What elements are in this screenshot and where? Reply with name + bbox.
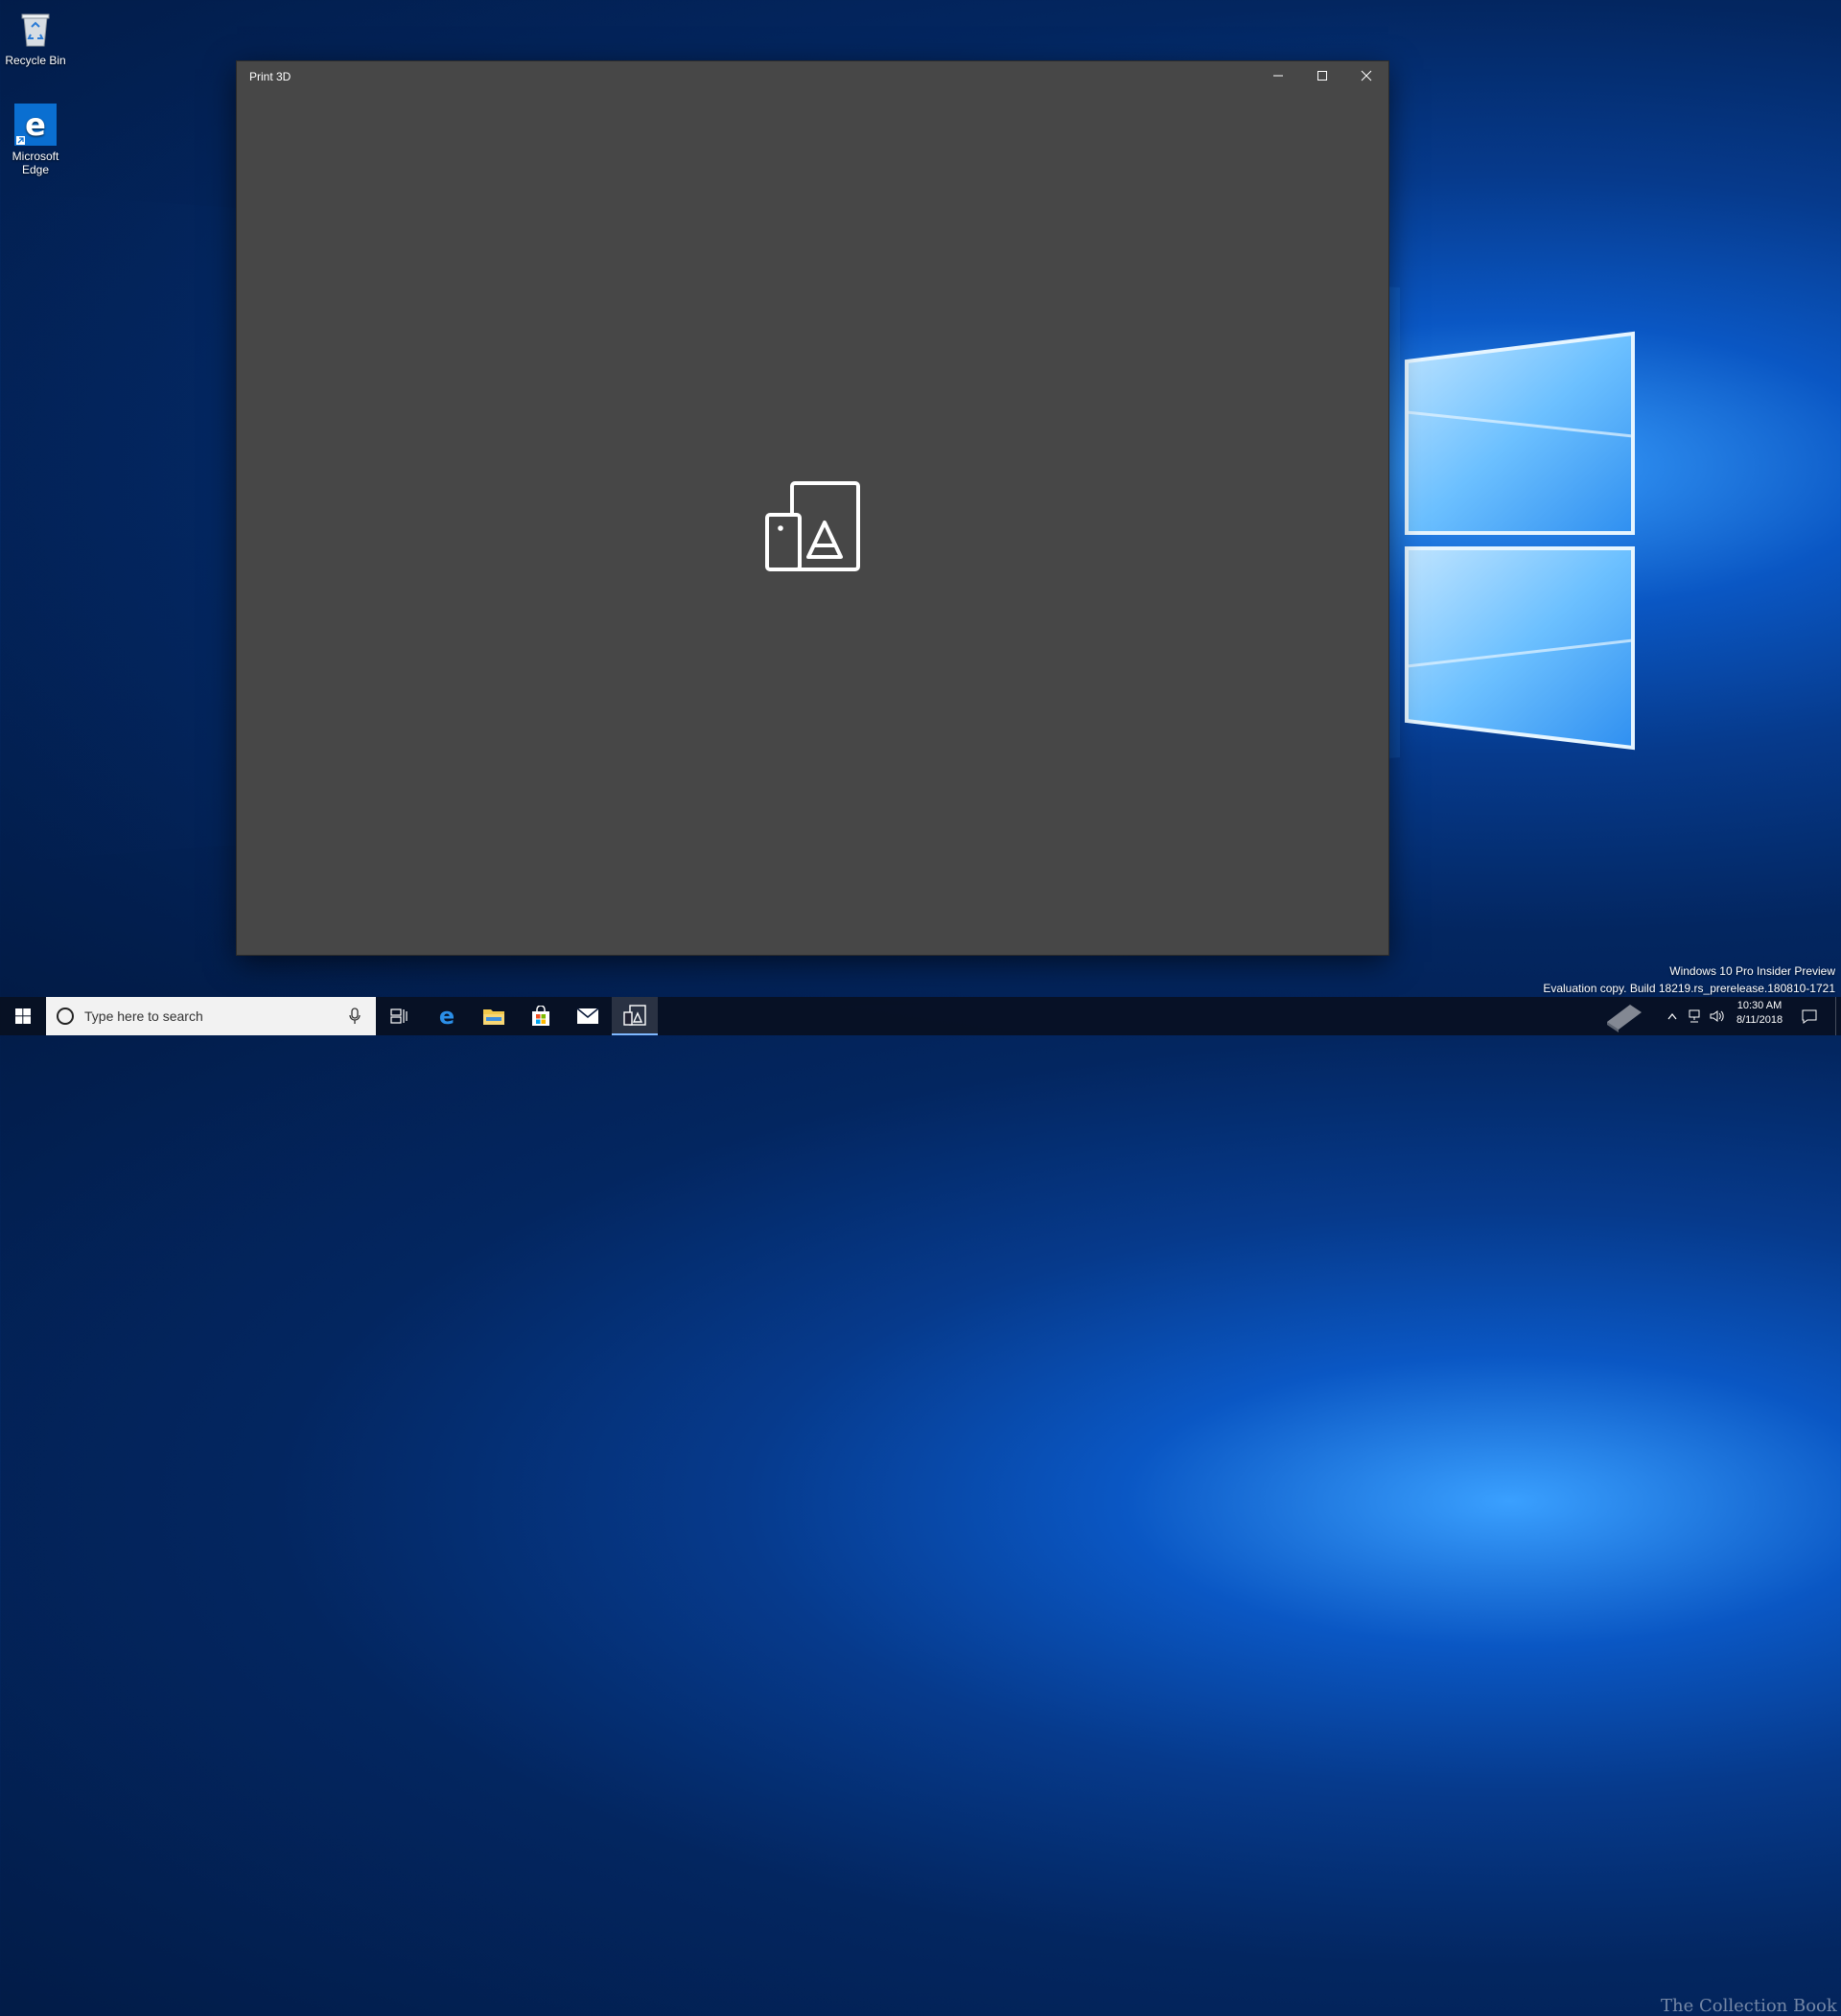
show-desktop-button[interactable] — [1835, 997, 1841, 1035]
desktop-icon-label: Microsoft Edge — [12, 150, 59, 176]
cortana-icon — [57, 1008, 74, 1025]
volume-icon — [1710, 1010, 1724, 1022]
recycle-bin-icon — [14, 8, 57, 50]
minimize-icon — [1273, 75, 1283, 77]
action-center-icon — [1802, 1009, 1817, 1024]
network-button[interactable] — [1684, 997, 1705, 1035]
windows-logo-wallpaper — [1405, 331, 1635, 751]
print-3d-icon — [623, 1005, 646, 1026]
edge-icon: e — [14, 104, 57, 146]
print-3d-logo-icon — [764, 480, 862, 577]
task-view-icon — [390, 1008, 408, 1024]
svg-text:e: e — [25, 106, 46, 143]
task-view-button[interactable] — [376, 997, 422, 1035]
desktop-icon-edge[interactable]: e Microsoft Edge — [0, 104, 71, 176]
close-icon — [1361, 70, 1372, 81]
chevron-up-icon — [1667, 1013, 1677, 1020]
taskbar-mail[interactable] — [565, 997, 611, 1035]
desktop-icon-recycle-bin[interactable]: Recycle Bin — [0, 8, 71, 67]
desktop-icon-label: Recycle Bin — [5, 54, 66, 67]
svg-text:e: e — [439, 1005, 454, 1028]
minimize-button[interactable] — [1256, 61, 1300, 90]
window-titlebar[interactable]: Print 3D — [237, 61, 1388, 90]
build-text: Evaluation copy. Build 18219.rs_prerelea… — [1543, 982, 1835, 995]
store-icon — [532, 1006, 549, 1026]
print-3d-window[interactable]: Print 3D — [237, 61, 1388, 955]
taskbar-print-3d[interactable] — [612, 997, 658, 1035]
search-placeholder: Type here to search — [84, 1008, 203, 1024]
file-explorer-icon — [483, 1009, 504, 1025]
edition-text: Windows 10 Pro Insider Preview — [1669, 964, 1835, 978]
taskbar-store[interactable] — [518, 997, 564, 1035]
maximize-button[interactable] — [1300, 61, 1344, 90]
watermark-logo-icon — [1599, 997, 1647, 1035]
clock-time: 10:30 AM — [1736, 1000, 1783, 1011]
window-title: Print 3D — [249, 70, 291, 83]
taskbar-file-explorer[interactable] — [471, 997, 517, 1035]
taskbar-clock[interactable]: 10:30 AM 8/11/2018 — [1726, 999, 1793, 1028]
taskbar: Type here to search e The Collection Boo… — [0, 997, 1841, 2016]
close-button[interactable] — [1344, 61, 1388, 90]
taskbar-edge[interactable]: e — [424, 997, 470, 1035]
mail-icon — [576, 1008, 599, 1024]
windows-start-icon — [15, 1008, 31, 1024]
clock-date: 8/11/2018 — [1736, 1014, 1783, 1026]
show-hidden-icons-button[interactable] — [1663, 997, 1682, 1035]
network-icon — [1689, 1009, 1700, 1023]
start-button[interactable] — [0, 997, 46, 1035]
search-box[interactable]: Type here to search — [46, 997, 376, 1035]
edge-icon: e — [439, 1005, 454, 1028]
microphone-icon[interactable] — [349, 1008, 361, 1025]
volume-button[interactable] — [1707, 997, 1728, 1035]
action-center-button[interactable] — [1795, 997, 1824, 1035]
watermark-text: The Collection Book — [1661, 1996, 1837, 2016]
maximize-icon — [1317, 71, 1327, 81]
